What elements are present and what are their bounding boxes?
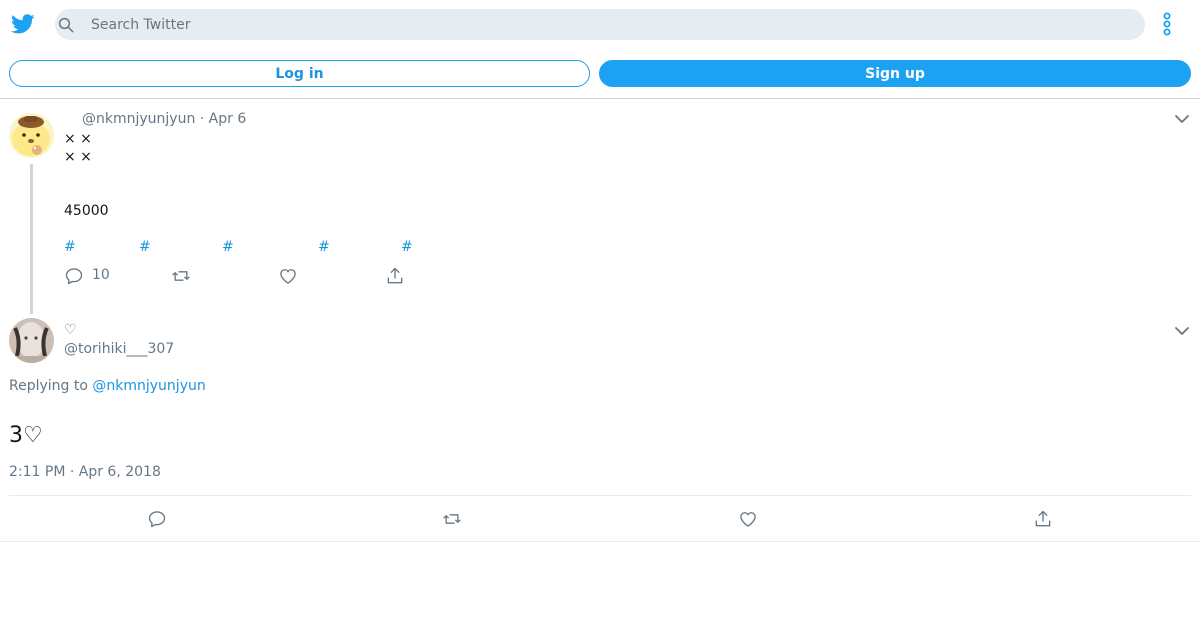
tweet-text-line: 45000 xyxy=(64,203,109,219)
hashtag-link[interactable]: # xyxy=(222,239,234,255)
more-options-icon[interactable] xyxy=(1158,12,1176,38)
retweet-icon[interactable] xyxy=(442,509,462,529)
chevron-down-icon[interactable] xyxy=(1173,324,1191,338)
chevron-down-icon[interactable] xyxy=(1173,112,1191,126)
share-icon[interactable] xyxy=(1033,509,1053,529)
share-icon[interactable] xyxy=(385,266,405,286)
reply-timestamp[interactable]: 2:11 PM · Apr 6, 2018 xyxy=(9,464,161,480)
reply-text: 3♡ xyxy=(9,423,43,448)
avatar-image xyxy=(9,318,54,363)
twitter-logo-icon[interactable] xyxy=(10,12,36,36)
replying-to: Replying to @nkmnjyunjyun xyxy=(9,378,206,394)
top-bar xyxy=(0,0,1200,48)
replying-prefix: Replying to xyxy=(9,378,88,394)
reply-display-name[interactable]: ♡ xyxy=(64,322,77,338)
reply-divider xyxy=(9,495,1191,496)
hashtag-link[interactable]: # xyxy=(318,239,330,255)
tweet-text-line: × × xyxy=(64,149,92,165)
hashtag-link[interactable]: # xyxy=(401,239,413,255)
search-bar[interactable] xyxy=(55,9,1145,40)
actions-divider xyxy=(0,541,1200,542)
tweet-text-line: × × xyxy=(64,131,92,147)
login-button[interactable]: Log in xyxy=(9,60,590,87)
reply-count: 10 xyxy=(92,267,110,283)
header-divider xyxy=(0,98,1200,99)
search-input[interactable] xyxy=(91,9,1131,40)
avatar[interactable] xyxy=(9,318,54,363)
reply-icon[interactable] xyxy=(147,509,167,529)
thread-line xyxy=(30,164,33,314)
search-icon xyxy=(58,17,74,33)
like-icon[interactable] xyxy=(278,266,298,286)
signup-button[interactable]: Sign up xyxy=(599,60,1191,87)
like-icon[interactable] xyxy=(738,509,758,529)
mention-link[interactable]: @nkmnjyunjyun xyxy=(92,378,205,394)
tweet-handle-date[interactable]: @nkmnjyunjyun · Apr 6 xyxy=(82,111,246,127)
avatar-image xyxy=(9,113,54,158)
hashtag-link[interactable]: # xyxy=(139,239,151,255)
reply-icon[interactable] xyxy=(64,266,84,286)
reply-handle[interactable]: @torihiki___307 xyxy=(64,341,174,357)
avatar[interactable] xyxy=(9,113,54,158)
retweet-icon[interactable] xyxy=(171,266,191,286)
hashtag-link[interactable]: # xyxy=(64,239,76,255)
